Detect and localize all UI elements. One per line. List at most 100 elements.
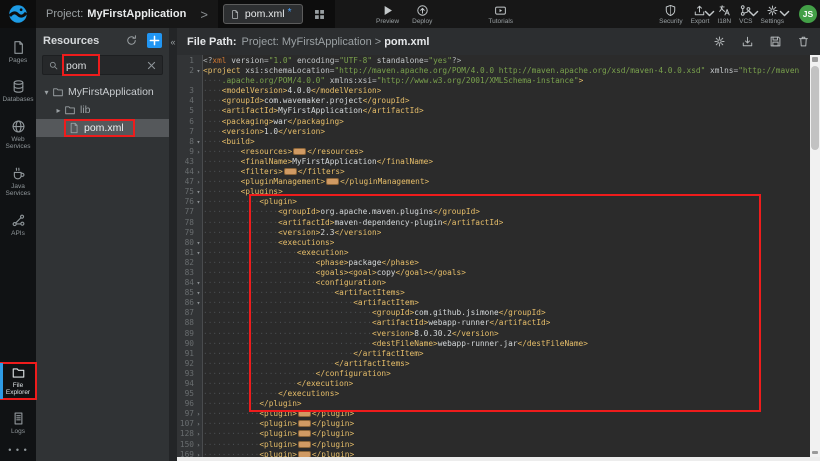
code-line[interactable]: 85▾····························<artifact… bbox=[177, 288, 810, 298]
code-line[interactable]: 3····<modelVersion>4.0.0</modelVersion> bbox=[177, 86, 810, 96]
code-line[interactable]: 128›············<plugin></plugin> bbox=[177, 429, 810, 439]
collapsed-code-icon[interactable] bbox=[298, 410, 311, 417]
tree-item-pom-xml[interactable]: pom.xml bbox=[36, 119, 169, 137]
fold-marker-icon[interactable]: ▾ bbox=[194, 137, 203, 147]
fold-marker-icon[interactable] bbox=[194, 127, 203, 137]
code-line[interactable]: 79················<version>2.3</version> bbox=[177, 228, 810, 238]
tree-item-myfirstapplication[interactable]: ▾MyFirstApplication bbox=[36, 83, 169, 101]
sidebar-item-file-explorer[interactable]: File Explorer bbox=[0, 363, 36, 399]
fold-marker-icon[interactable]: › bbox=[194, 409, 203, 419]
vertical-scrollbar[interactable] bbox=[810, 55, 820, 457]
fold-marker-icon[interactable]: › bbox=[194, 450, 203, 457]
sidebar-overflow-menu[interactable]: • • • bbox=[0, 441, 36, 461]
code-line[interactable]: 9›········<resources></resources> bbox=[177, 147, 810, 157]
fold-marker-icon[interactable] bbox=[194, 258, 203, 268]
fold-marker-icon[interactable] bbox=[194, 228, 203, 238]
fold-marker-icon[interactable] bbox=[194, 379, 203, 389]
tree-item-lib[interactable]: ▸lib bbox=[36, 101, 169, 119]
sidebar-item-java-services[interactable]: Java Services bbox=[0, 164, 36, 200]
code-line[interactable]: 6····<packaging>war</packaging> bbox=[177, 117, 810, 127]
user-avatar[interactable]: JS bbox=[799, 5, 817, 23]
sidebar-item-web-services[interactable]: Web Services bbox=[0, 117, 36, 153]
collapsed-code-icon[interactable] bbox=[284, 168, 297, 175]
collapsed-code-icon[interactable] bbox=[298, 420, 311, 427]
trash-icon[interactable] bbox=[797, 35, 810, 48]
code-line[interactable]: 89····································<v… bbox=[177, 329, 810, 339]
fold-marker-icon[interactable] bbox=[194, 339, 203, 349]
tree-caret-icon[interactable]: ▾ bbox=[41, 88, 52, 97]
fold-marker-icon[interactable] bbox=[194, 76, 203, 86]
code-line[interactable]: 47›········<pluginManagement></pluginMan… bbox=[177, 177, 810, 187]
settings-button[interactable]: Settings bbox=[761, 0, 785, 28]
code-line[interactable]: 91································</arti… bbox=[177, 349, 810, 359]
fold-marker-icon[interactable] bbox=[194, 207, 203, 217]
fold-marker-icon[interactable] bbox=[194, 399, 203, 409]
code-line[interactable]: 93························</configuratio… bbox=[177, 369, 810, 379]
fold-marker-icon[interactable]: ▾ bbox=[194, 298, 203, 308]
fold-marker-icon[interactable] bbox=[194, 268, 203, 278]
fold-marker-icon[interactable] bbox=[194, 56, 203, 66]
collapsed-code-icon[interactable] bbox=[298, 441, 311, 448]
code-line[interactable]: 76▾············<plugin> bbox=[177, 197, 810, 207]
fold-marker-icon[interactable]: ▾ bbox=[194, 197, 203, 207]
i18n-button[interactable]: I18N bbox=[717, 0, 731, 28]
fold-marker-icon[interactable]: ▾ bbox=[194, 248, 203, 258]
code-line[interactable]: 75▾········<plugins> bbox=[177, 187, 810, 197]
sidebar-item-logs[interactable]: Logs bbox=[0, 409, 36, 437]
code-line[interactable]: ····.apache.org/POM/4.0.0" xmlns:xsi="ht… bbox=[177, 76, 810, 86]
export-button[interactable]: Export bbox=[691, 0, 710, 28]
deploy-button[interactable]: Deploy bbox=[412, 0, 432, 28]
tree-caret-icon[interactable]: ▸ bbox=[53, 106, 64, 115]
collapse-panel-button[interactable]: « bbox=[169, 35, 177, 49]
code-line[interactable]: 88····································<a… bbox=[177, 318, 810, 328]
code-area[interactable]: 1<?xml version="1.0" encoding="UTF-8" st… bbox=[177, 56, 810, 457]
fold-marker-icon[interactable] bbox=[194, 96, 203, 106]
download-icon[interactable] bbox=[741, 35, 754, 48]
fold-marker-icon[interactable] bbox=[194, 86, 203, 96]
code-line[interactable]: 78················<artifactId>maven-depe… bbox=[177, 218, 810, 228]
code-line[interactable]: 44›········<filters></filters> bbox=[177, 167, 810, 177]
code-line[interactable]: 150›············<plugin></plugin> bbox=[177, 440, 810, 450]
vertical-scrollbar-thumb[interactable] bbox=[811, 66, 819, 150]
tutorials-button[interactable]: Tutorials bbox=[488, 0, 513, 28]
security-button[interactable]: Security bbox=[659, 0, 682, 28]
code-line[interactable]: 86▾································<arti… bbox=[177, 298, 810, 308]
code-line[interactable]: 169›············<plugin></plugin> bbox=[177, 450, 810, 457]
code-line[interactable]: 8▾····<build> bbox=[177, 137, 810, 147]
code-line[interactable]: 77················<groupId>org.apache.ma… bbox=[177, 207, 810, 217]
code-line[interactable]: 5····<artifactId>MyFirstApplication</art… bbox=[177, 106, 810, 116]
clear-search-icon[interactable] bbox=[146, 60, 157, 71]
vcs-button[interactable]: VCS bbox=[739, 0, 752, 28]
code-line[interactable]: 92····························</artifact… bbox=[177, 359, 810, 369]
save-icon[interactable] bbox=[769, 35, 782, 48]
fold-marker-icon[interactable] bbox=[194, 218, 203, 228]
code-line[interactable]: 80▾················<executions> bbox=[177, 238, 810, 248]
fold-marker-icon[interactable]: › bbox=[194, 429, 203, 439]
code-line[interactable]: 43········<finalName>MyFirstApplication<… bbox=[177, 157, 810, 167]
collapsed-code-icon[interactable] bbox=[293, 148, 306, 155]
code-line[interactable]: 4····<groupId>com.wavemaker.project</gro… bbox=[177, 96, 810, 106]
code-line[interactable]: 87····································<g… bbox=[177, 308, 810, 318]
fold-marker-icon[interactable] bbox=[194, 329, 203, 339]
app-logo[interactable] bbox=[0, 0, 36, 28]
tab-pom-xml[interactable]: pom.xml * bbox=[223, 4, 303, 24]
fold-marker-icon[interactable] bbox=[194, 117, 203, 127]
fold-marker-icon[interactable]: ▾ bbox=[194, 66, 203, 76]
code-line[interactable]: 90····································<d… bbox=[177, 339, 810, 349]
sidebar-item-pages[interactable]: Pages bbox=[0, 38, 36, 66]
fold-marker-icon[interactable] bbox=[194, 369, 203, 379]
code-line[interactable]: 83························<goals><goal>c… bbox=[177, 268, 810, 278]
code-line[interactable]: 94····················</execution> bbox=[177, 379, 810, 389]
code-line[interactable]: 84▾························<configuratio… bbox=[177, 278, 810, 288]
code-line[interactable]: 96············</plugin> bbox=[177, 399, 810, 409]
code-line[interactable]: 95················</executions> bbox=[177, 389, 810, 399]
code-line[interactable]: 107›············<plugin></plugin> bbox=[177, 419, 810, 429]
grid-icon[interactable] bbox=[313, 8, 326, 21]
code-line[interactable]: 7····<version>1.0</version> bbox=[177, 127, 810, 137]
collapsed-code-icon[interactable] bbox=[326, 178, 339, 185]
fold-marker-icon[interactable]: › bbox=[194, 440, 203, 450]
search-input[interactable]: pom bbox=[42, 55, 163, 75]
collapsed-code-icon[interactable] bbox=[298, 430, 311, 437]
fold-marker-icon[interactable] bbox=[194, 389, 203, 399]
code-line[interactable]: 2▾<project xsi:schemaLocation="http://ma… bbox=[177, 66, 810, 76]
